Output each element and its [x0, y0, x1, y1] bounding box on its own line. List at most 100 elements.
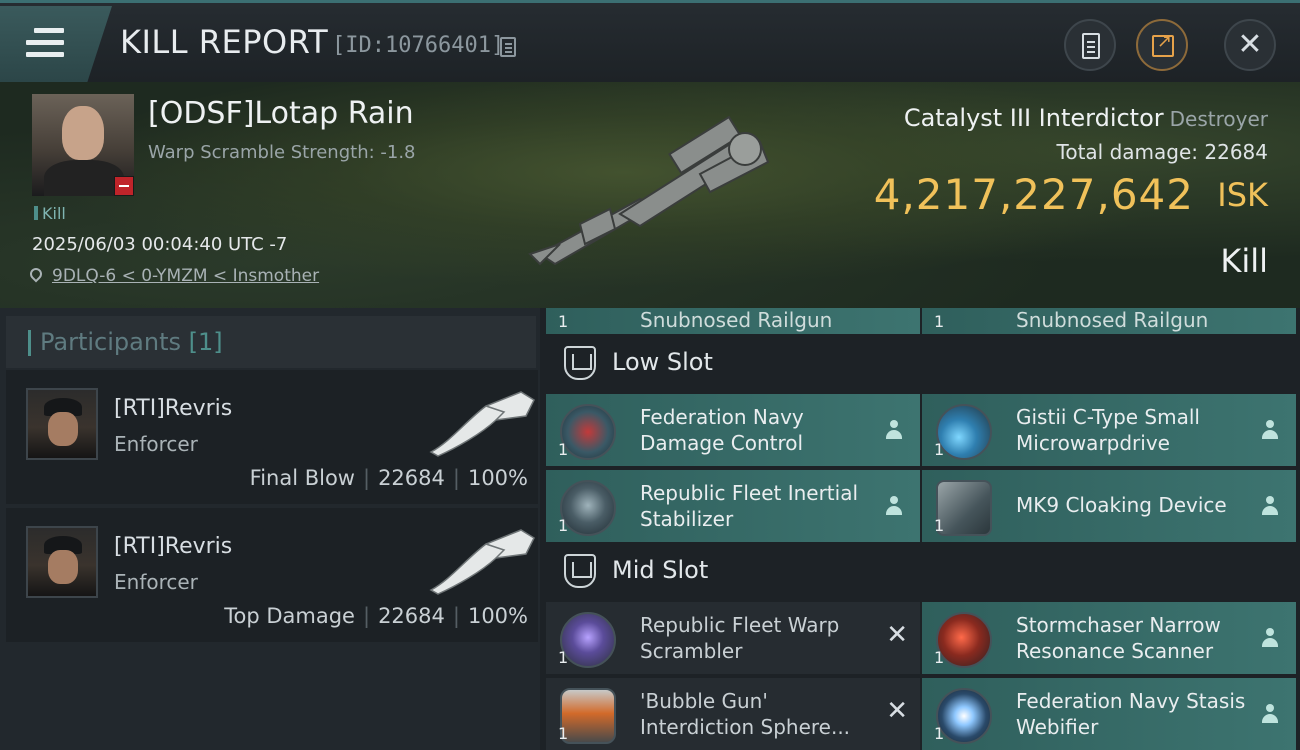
isk-value: 4,217,227,642: [873, 170, 1194, 219]
person-icon[interactable]: [1262, 496, 1278, 516]
victim-ship[interactable]: Catalyst III Interdictor Destroyer: [904, 104, 1268, 132]
module-qty: 1: [558, 648, 569, 667]
clipboard-icon: [1082, 33, 1100, 59]
copy-id-icon[interactable]: [500, 37, 516, 57]
module-qty: 1: [934, 516, 945, 535]
module-name: Gistii C-Type Small Microwarpdrive: [1016, 405, 1200, 455]
kill-location-link[interactable]: 9DLQ-6 < 0-YMZM < Insmother: [27, 265, 319, 286]
menu-button[interactable]: [0, 6, 112, 82]
module-name: Republic Fleet Inertial Stabilizer: [640, 481, 859, 531]
ship-name[interactable]: Catalyst III Interdictor: [904, 104, 1164, 132]
resonance-scanner-icon: [936, 612, 992, 668]
person-icon[interactable]: [1262, 420, 1278, 440]
pilot-name[interactable]: [RTI]Revris: [114, 396, 232, 421]
close-icon: ✕: [1237, 27, 1263, 62]
pilot-percent: 100%: [467, 604, 528, 628]
low-slot-label: Low Slot: [612, 348, 713, 376]
person-icon[interactable]: [886, 496, 902, 516]
module-qty: 1: [934, 724, 945, 743]
module-name: Snubnosed Railgun: [640, 308, 833, 332]
module-name: Federation Navy Damage Control: [640, 405, 804, 455]
person-icon[interactable]: [1262, 628, 1278, 648]
pilot-portrait[interactable]: [26, 526, 98, 598]
pilot-ship-image[interactable]: [426, 524, 536, 596]
pilot-name[interactable]: [RTI]Revris: [114, 534, 232, 559]
clipboard-button[interactable]: [1064, 19, 1116, 71]
module-row[interactable]: 1 Gistii C-Type Small Microwarpdrive: [922, 394, 1296, 466]
victim-ship-image[interactable]: [520, 104, 790, 284]
pilot-damage: 22684: [378, 604, 445, 628]
module-row[interactable]: 1 Federation Navy Damage Control: [546, 394, 920, 466]
module-qty: 1: [558, 516, 569, 535]
ship-class: Destroyer: [1169, 107, 1268, 131]
pilot-role: Final Blow: [249, 466, 355, 490]
module-qty: 1: [558, 440, 569, 459]
pilot-role: Top Damage: [224, 604, 355, 628]
report-id: [ID:10766401]: [332, 33, 505, 58]
module-qty: 1: [934, 440, 945, 459]
stasis-webifier-icon: [936, 688, 992, 744]
module-row[interactable]: 1 Snubnosed Railgun: [922, 308, 1296, 334]
kill-result-label: Kill: [1220, 242, 1268, 280]
top-bar: KILL REPORT [ID:10766401] ✕: [0, 0, 1300, 82]
total-damage: Total damage: 22684: [1056, 140, 1268, 164]
person-icon[interactable]: [1262, 704, 1278, 724]
mid-slot-label: Mid Slot: [612, 556, 709, 584]
mid-slot-icon: [564, 554, 596, 588]
dropped-x-icon: ✕: [886, 696, 908, 726]
module-row[interactable]: 1 'Bubble Gun' Interdiction Sphere... ✕: [546, 678, 920, 750]
victim-name[interactable]: [ODSF]Lotap Rain: [148, 96, 414, 131]
victim-banner: [ODSF]Lotap Rain Warp Scramble Strength:…: [0, 82, 1300, 308]
participants-title: Participants [1]: [40, 328, 223, 356]
location-text[interactable]: 9DLQ-6 < 0-YMZM < Insmother: [52, 266, 319, 286]
microwarpdrive-icon: [936, 404, 992, 460]
module-row[interactable]: 1 MK9 Cloaking Device: [922, 470, 1296, 542]
hamburger-menu-icon: [26, 28, 64, 58]
page-title: KILL REPORT: [120, 23, 329, 61]
low-slot-header: Low Slot: [546, 336, 1298, 392]
module-row[interactable]: 1 Snubnosed Railgun: [546, 308, 920, 334]
module-name: 'Bubble Gun' Interdiction Sphere...: [640, 689, 851, 739]
share-button[interactable]: [1136, 19, 1188, 71]
fittings-panel: 1 Snubnosed Railgun 1 Snubnosed Railgun …: [540, 308, 1300, 750]
pilot-ship-name: Enforcer: [114, 570, 198, 594]
module-qty: 1: [934, 312, 945, 331]
participant-card[interactable]: [RTI]Revris Enforcer Top Damage | 22684 | 10…: [6, 508, 538, 642]
module-qty: 1: [934, 648, 945, 667]
share-icon: [1152, 31, 1174, 57]
pilot-percent: 100%: [467, 466, 528, 490]
hostile-standing-icon: [114, 176, 134, 196]
participants-panel: Participants [1] [RTI]Revris Enforcer Fi…: [0, 308, 540, 750]
module-row[interactable]: 1 Republic Fleet Inertial Stabilizer: [546, 470, 920, 542]
participants-count: [1]: [188, 328, 223, 356]
interdiction-sphere-icon: [560, 688, 616, 744]
participants-header: Participants [1]: [6, 316, 536, 368]
pilot-damage: 22684: [378, 466, 445, 490]
module-qty: 1: [558, 724, 569, 743]
pilot-portrait[interactable]: [26, 388, 98, 460]
person-icon[interactable]: [886, 420, 902, 440]
pilot-ship-image[interactable]: [426, 386, 536, 458]
module-name: Federation Navy Stasis Webifier: [1016, 689, 1246, 739]
low-slot-icon: [564, 346, 596, 380]
close-button[interactable]: ✕: [1224, 19, 1276, 71]
module-qty: 1: [558, 312, 569, 331]
location-pin-icon: [27, 265, 45, 283]
inertial-stabilizer-icon: [560, 480, 616, 536]
pilot-stats: Top Damage | 22684 | 100%: [224, 604, 528, 628]
cloaking-device-icon: [936, 480, 992, 536]
module-row[interactable]: 1 Federation Navy Stasis Webifier: [922, 678, 1296, 750]
module-row[interactable]: 1 Stormchaser Narrow Resonance Scanner: [922, 602, 1296, 674]
participant-card[interactable]: [RTI]Revris Enforcer Final Blow | 22684 | 10…: [6, 370, 538, 504]
module-name: Republic Fleet Warp Scrambler: [640, 613, 840, 663]
isk-unit: ISK: [1217, 176, 1268, 214]
dropped-x-icon: ✕: [886, 620, 908, 650]
kill-tag: Kill: [34, 204, 66, 223]
damage-control-icon: [560, 404, 616, 460]
pilot-ship-name: Enforcer: [114, 432, 198, 456]
module-name: Snubnosed Railgun: [1016, 308, 1209, 332]
module-row[interactable]: 1 Republic Fleet Warp Scrambler ✕: [546, 602, 920, 674]
warp-scramble-strength: Warp Scramble Strength: -1.8: [148, 142, 416, 163]
module-name: Stormchaser Narrow Resonance Scanner: [1016, 613, 1221, 663]
kill-timestamp: 2025/06/03 00:04:40 UTC -7: [32, 234, 288, 255]
